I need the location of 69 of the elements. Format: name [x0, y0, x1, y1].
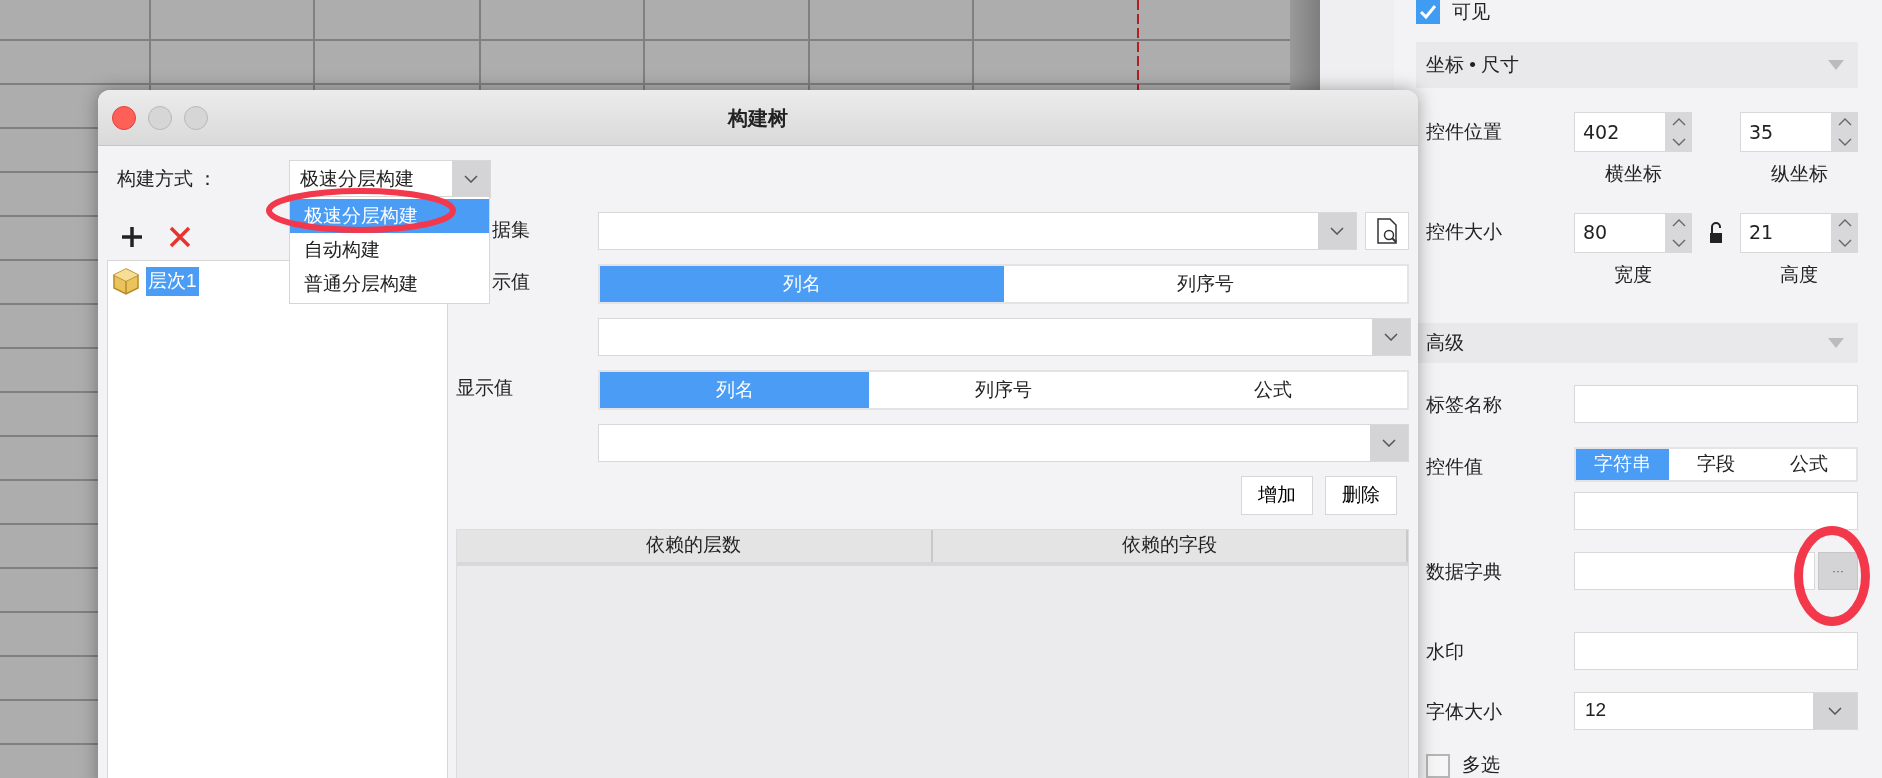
- chevron-down-icon: [1384, 333, 1398, 341]
- delete-button[interactable]: [169, 224, 191, 248]
- triangle-down-icon: [1828, 338, 1844, 348]
- field-label: 据集: [491, 218, 531, 242]
- field-label: 控件位置: [1426, 119, 1503, 144]
- text-field[interactable]: [1574, 551, 1815, 590]
- field-label: 控件大小: [1426, 220, 1503, 245]
- column-select[interactable]: [598, 424, 1409, 462]
- close-icon: [169, 225, 191, 248]
- add-button[interactable]: [121, 224, 143, 248]
- dataset-select[interactable]: [598, 212, 1357, 250]
- spin-button[interactable]: [1832, 112, 1858, 152]
- triangle-down-icon: [1828, 60, 1844, 70]
- document-search-icon: [1376, 218, 1398, 244]
- window-button[interactable]: [184, 105, 208, 130]
- field-caption: 纵坐标: [1769, 162, 1829, 186]
- section-header[interactable]: 高级: [1416, 323, 1858, 363]
- cube-icon: [112, 267, 140, 296]
- menu-item[interactable]: 自动构建: [290, 233, 489, 267]
- spin-button[interactable]: [1666, 212, 1692, 253]
- menu-item[interactable]: 普通分层构建: [290, 267, 489, 301]
- font-size-select[interactable]: 12: [1574, 691, 1858, 730]
- text-field[interactable]: [1574, 491, 1858, 530]
- field-caption: 宽度: [1613, 262, 1653, 287]
- number-field[interactable]: 35: [1740, 112, 1832, 152]
- section-header[interactable]: 坐标 • 尺寸: [1416, 42, 1858, 88]
- spin-arrows-icon: [1837, 117, 1853, 147]
- spin-arrows-icon: [1671, 117, 1687, 147]
- field-label: 水印: [1426, 639, 1465, 664]
- section-title: 高级: [1426, 330, 1464, 355]
- number-field[interactable]: 80: [1574, 212, 1666, 253]
- spin-button[interactable]: [1832, 212, 1858, 253]
- spin-button[interactable]: [1666, 112, 1692, 152]
- field-caption: 横坐标: [1603, 162, 1663, 186]
- column-header: 依赖的层数: [457, 529, 933, 562]
- action-button[interactable]: 删除: [1325, 476, 1397, 515]
- window-title: 构建树: [728, 106, 788, 129]
- chevron-down-icon: [1382, 439, 1396, 447]
- checkbox[interactable]: [1426, 753, 1450, 778]
- number-field[interactable]: 21: [1740, 212, 1832, 253]
- checkbox[interactable]: [1416, 0, 1440, 24]
- field-caption: 高度: [1779, 262, 1819, 287]
- window-button[interactable]: [112, 105, 136, 130]
- checkbox-label: 可见: [1452, 0, 1490, 24]
- field-label: 标签名称: [1426, 393, 1503, 417]
- checkbox-label: 多选: [1462, 753, 1500, 778]
- column-select[interactable]: [598, 318, 1411, 356]
- field-label: 显示值: [456, 376, 514, 400]
- field-label: 数据字典: [1426, 559, 1503, 584]
- chevron-down-icon: [1330, 227, 1344, 235]
- field-label: 控件值: [1426, 455, 1484, 479]
- window-button[interactable]: [148, 105, 172, 130]
- text-field[interactable]: [1574, 631, 1858, 670]
- text-field[interactable]: [1574, 385, 1858, 423]
- build-mode-label: 构建方式 ：: [116, 166, 219, 191]
- section-title: 坐标 • 尺寸: [1426, 52, 1520, 77]
- number-field[interactable]: 402: [1574, 112, 1666, 152]
- action-button[interactable]: 增加: [1241, 476, 1313, 515]
- chevron-down-icon: [464, 175, 478, 183]
- column-header: 依赖的字段: [932, 529, 1408, 562]
- spin-arrows-icon: [1671, 217, 1687, 248]
- plus-icon: [121, 225, 143, 248]
- chevron-down-icon: [1828, 706, 1842, 715]
- check-icon: [1419, 4, 1437, 20]
- spin-arrows-icon: [1837, 217, 1853, 248]
- field-label: 字体大小: [1426, 699, 1503, 724]
- preview-button[interactable]: [1365, 212, 1409, 250]
- more-button[interactable]: ···: [1818, 551, 1858, 590]
- field-label: 示值: [491, 270, 531, 294]
